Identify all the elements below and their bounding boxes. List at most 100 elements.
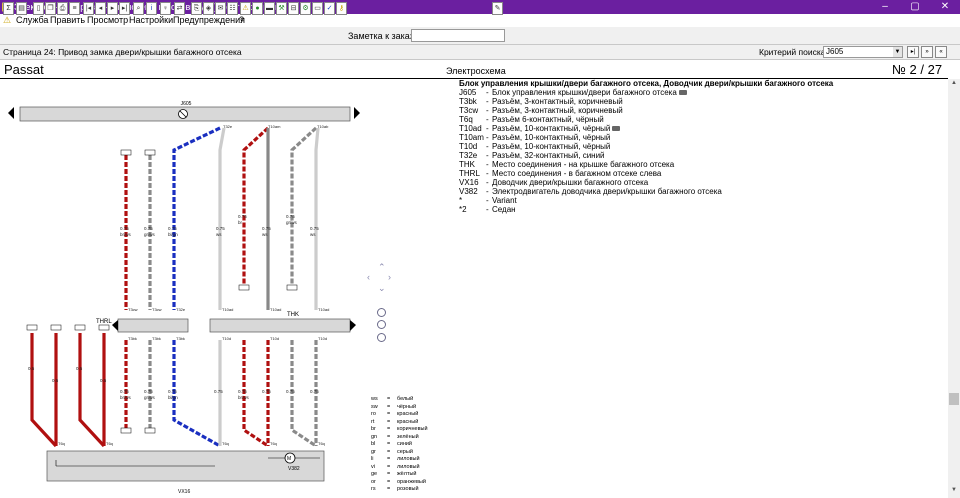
j605-label: J605 <box>181 101 192 107</box>
next-page-icon[interactable]: ▸ <box>107 2 118 15</box>
wire-left-1 <box>30 333 58 448</box>
close-button[interactable]: ✕ <box>930 0 960 14</box>
search-go-icon[interactable]: ▸| <box>907 46 919 58</box>
menu-settings[interactable]: Настройки <box>129 14 173 27</box>
menu-edit[interactable]: Править <box>50 14 85 27</box>
wire-color-label: br <box>238 220 243 225</box>
connector-label: T32e <box>223 124 233 129</box>
legend-code: T10d <box>459 142 478 151</box>
wire-color-label: gr/ws <box>286 220 298 225</box>
connector-label: T3cw <box>128 307 138 312</box>
new-icon[interactable]: ▯ <box>33 2 44 15</box>
car-icon[interactable]: ▬ <box>264 2 275 15</box>
note-icon[interactable]: ≡ <box>69 2 80 15</box>
pan-up-icon[interactable]: ⌃ <box>378 262 386 273</box>
pan-left-icon[interactable]: ‹ <box>367 272 370 282</box>
maximize-button[interactable]: ▢ <box>900 0 930 14</box>
wrench-icon[interactable]: ⚙ <box>300 2 311 15</box>
menu-help[interactable]: ? <box>239 14 244 27</box>
menu-view[interactable]: Просмотр <box>87 14 128 27</box>
scroll-up-icon[interactable]: ▲ <box>948 80 960 90</box>
connector-label: T6q <box>106 441 113 446</box>
stamp-icon[interactable]: ◈ <box>203 2 214 15</box>
bulb-icon[interactable]: ♀ <box>160 2 171 15</box>
connector-label: T3bk <box>176 336 185 341</box>
globe-icon[interactable]: ● <box>252 2 263 15</box>
copy-icon[interactable]: ❐ <box>45 2 56 15</box>
wire-size-label: 0.75 <box>238 214 247 219</box>
legend-title: Блок управления крышки/двери багажного о… <box>459 79 834 88</box>
page-icon[interactable]: ▤ <box>16 2 27 15</box>
connector-label: T6q <box>270 441 277 446</box>
wire-br-upper <box>242 126 270 285</box>
chevron-down-icon[interactable]: ▼ <box>893 47 902 57</box>
search-prev-icon[interactable]: » <box>921 46 933 58</box>
legend-desc: Блок управления крышки/двери багажного о… <box>492 88 687 97</box>
legend-desc: Электродвигатель доводчика двери/крышки … <box>492 187 722 196</box>
zoom-fit-icon[interactable] <box>377 333 386 342</box>
check-icon[interactable]: ✓ <box>324 2 335 15</box>
camera-icon[interactable] <box>612 126 621 131</box>
doc-icon[interactable]: ▭ <box>312 2 323 15</box>
camera-icon[interactable] <box>678 90 687 95</box>
exchange-icon[interactable]: ⇄ <box>174 2 185 15</box>
key-icon[interactable]: ⚷ <box>336 2 347 15</box>
search-next-icon[interactable]: « <box>935 46 947 58</box>
window-titlebar: Электронная справочная система по сервис… <box>0 0 960 14</box>
wire-size-label: 0.75 <box>168 389 177 394</box>
search-label: Критерий поиска: <box>759 47 828 57</box>
pan-right-icon[interactable]: › <box>388 272 391 282</box>
wire-color-label: bl/gn <box>168 232 178 237</box>
search-input[interactable]: J605 ▼ <box>823 46 903 58</box>
wire-size-label: 0.75 <box>120 226 129 231</box>
tool-icon[interactable]: ⚒ <box>276 2 287 15</box>
legend-code: J605 <box>459 88 477 97</box>
menu-warnings[interactable]: Предупреждения <box>173 14 245 27</box>
print-preview-icon[interactable]: ⎘ <box>191 2 202 15</box>
wire-size-label: 0.75 <box>310 389 319 394</box>
menu-service[interactable]: Служба <box>16 14 48 27</box>
wire-size-label: 0.75 <box>286 214 295 219</box>
print-icon[interactable]: ⎙ <box>57 2 68 15</box>
legend-code: THRL <box>459 169 480 178</box>
zoom-out-icon[interactable] <box>377 320 386 329</box>
wire-color-label: bl/gn <box>168 395 178 400</box>
legend-dash: - <box>486 196 489 205</box>
wire-color-label: br/ws <box>120 232 132 237</box>
page-right-arrow-icon[interactable] <box>354 107 360 119</box>
note-edit-icon[interactable]: ✎ <box>492 2 503 15</box>
alert-icon[interactable]: ⚠ <box>240 2 251 15</box>
zoom-in-icon[interactable] <box>377 308 386 317</box>
legend-desc: Разъём, 3-контактный, коричневый <box>492 106 623 115</box>
first-page-icon[interactable]: |◂ <box>83 2 94 15</box>
list-icon[interactable]: ☷ <box>227 2 238 15</box>
note-label: Заметка к заказу: <box>348 31 421 41</box>
minimize-button[interactable]: – <box>870 0 900 14</box>
connector-label: T10d <box>270 336 279 341</box>
legend-dash: - <box>486 115 489 124</box>
thk-label: THK <box>287 312 299 318</box>
page-left-arrow-icon[interactable] <box>8 107 14 119</box>
legend-desc: Разъём, 10-контактный, чёрный <box>492 124 621 133</box>
thrl-label: THRL <box>96 319 112 325</box>
legend-code: * <box>459 196 463 205</box>
zoom-icon[interactable]: ⌕ <box>133 2 144 15</box>
sum-icon[interactable]: Σ <box>3 2 14 15</box>
vertical-scrollbar[interactable] <box>948 79 960 498</box>
wire-color-label: gr/ws <box>144 395 156 400</box>
info-icon[interactable]: i <box>146 2 157 15</box>
scrollbar-thumb[interactable] <box>949 393 959 405</box>
mail-icon[interactable]: ✉ <box>215 2 226 15</box>
order-note-input[interactable] <box>411 29 505 42</box>
last-page-icon[interactable]: ▸| <box>119 2 130 15</box>
wire-size-label: 0.75 <box>120 389 129 394</box>
connector-label: T32e <box>176 307 186 312</box>
scroll-down-icon[interactable]: ▼ <box>948 487 960 497</box>
warning-icon: ⚠ <box>3 15 12 25</box>
pan-down-icon[interactable]: ⌄ <box>378 283 386 294</box>
prev-page-icon[interactable]: ◂ <box>95 2 106 15</box>
part-icon[interactable]: ⊟ <box>288 2 299 15</box>
legend-code: T10am <box>459 133 484 142</box>
wire-color-label: gr/ws <box>144 232 156 237</box>
connector-label: T10d <box>222 336 231 341</box>
